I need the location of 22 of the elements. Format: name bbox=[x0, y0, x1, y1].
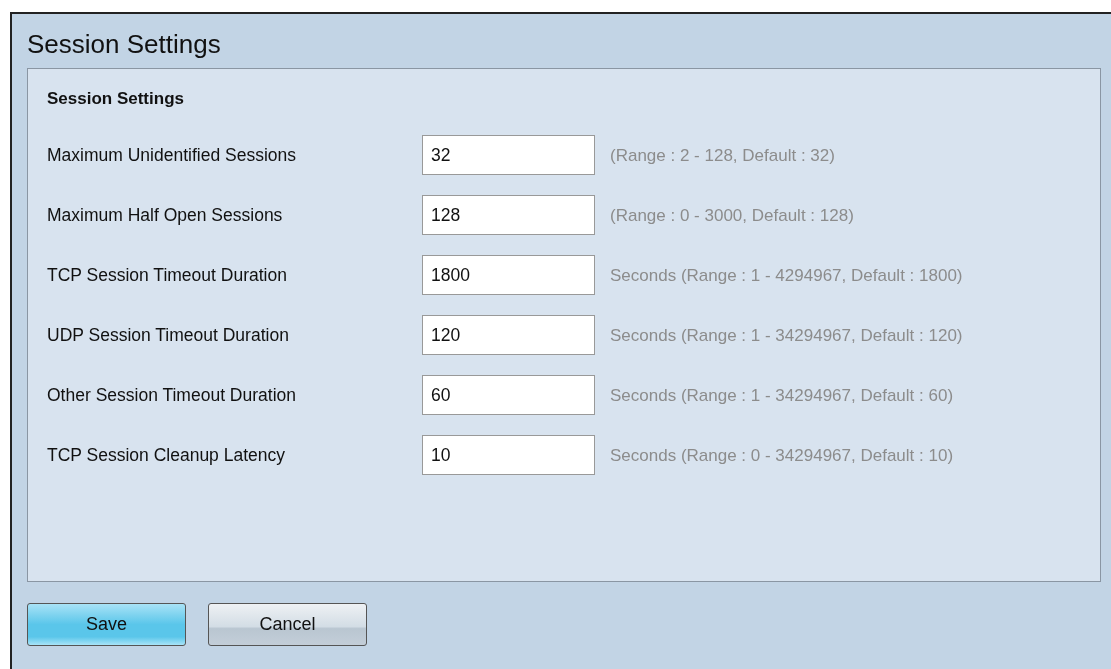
save-button[interactable]: Save bbox=[27, 603, 186, 646]
input-field[interactable]: 120 bbox=[422, 315, 595, 355]
range-hint: Seconds (Range : 0 - 34294967, Default : 10) bbox=[609, 445, 955, 467]
field-label: TCP Session Timeout Duration bbox=[47, 264, 288, 286]
range-hint: Seconds (Range : 1 - 4294967, Default : 1800) bbox=[609, 265, 964, 287]
input-field[interactable]: 1800 bbox=[422, 255, 595, 295]
section-title: Session Settings bbox=[47, 89, 185, 109]
field-label: Maximum Half Open Sessions bbox=[47, 204, 284, 226]
field-label: UDP Session Timeout Duration bbox=[47, 324, 290, 346]
range-hint: Seconds (Range : 1 - 34294967, Default : 120) bbox=[609, 325, 964, 347]
input-field[interactable]: 60 bbox=[422, 375, 595, 415]
range-hint: (Range : 0 - 3000, Default : 128) bbox=[609, 205, 855, 227]
input-field[interactable]: 128 bbox=[422, 195, 595, 235]
cancel-button[interactable]: Cancel bbox=[208, 603, 367, 646]
field-label: Maximum Unidentified Sessions bbox=[47, 144, 297, 166]
input-field[interactable]: 32 bbox=[422, 135, 595, 175]
field-label: Other Session Timeout Duration bbox=[47, 384, 297, 406]
range-hint: Seconds (Range : 1 - 34294967, Default : 60) bbox=[609, 385, 955, 407]
input-field[interactable]: 10 bbox=[422, 435, 595, 475]
page-title: Session Settings bbox=[27, 28, 222, 61]
range-hint: (Range : 2 - 128, Default : 32) bbox=[609, 145, 836, 167]
field-label: TCP Session Cleanup Latency bbox=[47, 444, 286, 466]
